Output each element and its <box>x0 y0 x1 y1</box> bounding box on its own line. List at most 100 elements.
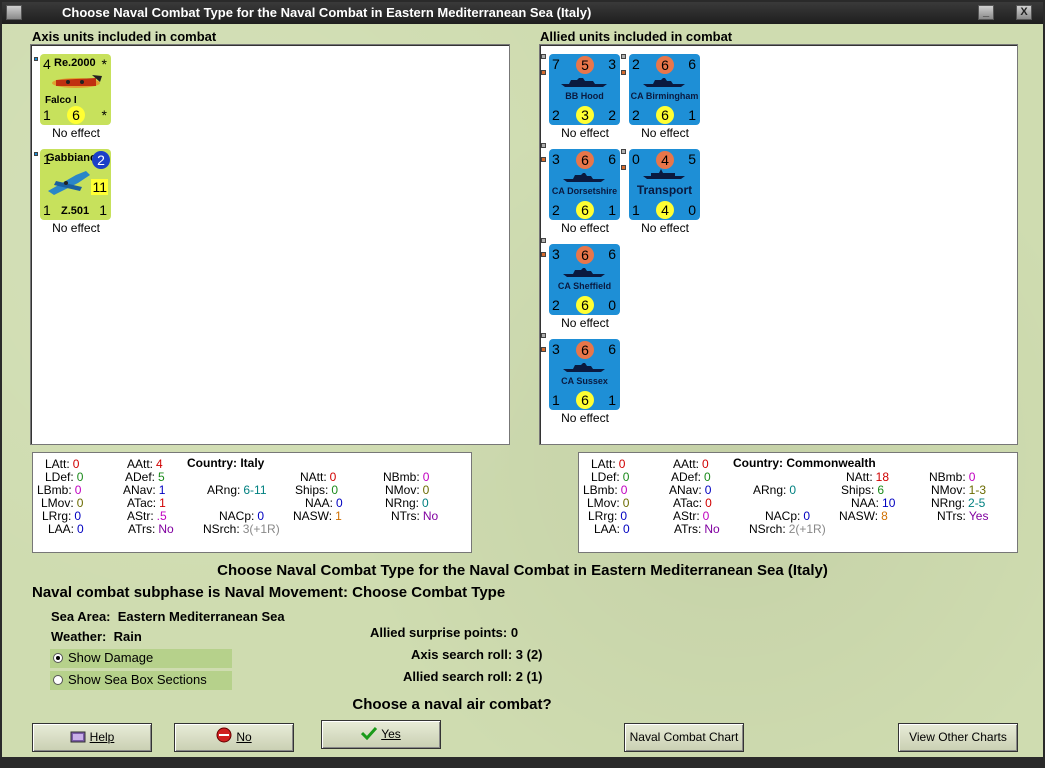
axis-stats-panel: LAtt: 0 LDef: 0 LBmb: 0 LMov: 0 LRrg: 0 LAA: 0… <box>32 452 472 553</box>
surprise-points: Allied surprise points: 0 <box>370 625 519 640</box>
unit-marker-icon <box>541 70 546 75</box>
stat-naa: NAA: 0 <box>305 496 343 510</box>
counter-value: 3 <box>552 151 560 167</box>
seaplane-icon <box>48 171 90 195</box>
unit-effect: No effect <box>561 126 609 140</box>
counter-value: 4 <box>656 201 674 219</box>
unit-counter-ca-sheffield[interactable]: 3 6 6 CA Sheffield 2 6 0 <box>541 238 620 315</box>
radio-button[interactable] <box>53 653 63 663</box>
stat-aatt: AAtt: 4 <box>127 457 163 471</box>
fighter-plane-icon <box>52 75 102 88</box>
counter-value: 6 <box>608 341 616 357</box>
stat-nbmb: NBmb: 0 <box>383 470 430 484</box>
counter-value: 1 <box>608 392 616 408</box>
unit-marker-icon <box>541 252 546 257</box>
stat-adef: ADef: 5 <box>125 470 165 484</box>
counter-value: 6 <box>688 56 696 72</box>
stat-lrrg: LRrg: 0 <box>42 509 82 523</box>
stat-atac: ATac: 1 <box>127 496 166 510</box>
stat-nsrch: NSrch: 3(+1R) <box>203 522 280 536</box>
counter-value: 2 <box>608 107 616 123</box>
cruiser-icon <box>563 173 605 182</box>
counter-value: 4 <box>656 151 674 169</box>
unit-counter-bb-hood[interactable]: 7 5 3 BB Hood 2 3 2 <box>541 54 620 125</box>
counter-value: * <box>101 107 107 123</box>
counter-value: 6 <box>576 296 594 314</box>
allied-units-panel: 7 5 3 BB Hood 2 3 2 No effect 2 6 6 CA B… <box>539 44 1018 445</box>
unit-marker-icon <box>541 143 546 148</box>
counter-value: 0 <box>632 151 640 167</box>
unit-marker-icon <box>34 57 38 61</box>
axis-search-roll: Axis search roll: 3 (2) <box>411 647 543 662</box>
stat-atrs: ATrs: No <box>128 522 174 536</box>
counter-value: 11 <box>91 179 108 195</box>
stat-nasw: NASW: 1 <box>293 509 342 523</box>
minimize-button[interactable]: _ <box>978 5 994 20</box>
unit-marker-icon <box>541 333 546 338</box>
unit-counter-falco[interactable]: 4 Re.2000 * Falco I 1 6 * <box>34 54 111 125</box>
no-entry-icon <box>216 726 232 753</box>
system-menu-button[interactable] <box>6 5 22 20</box>
sea-area: Sea Area: Eastern Mediterranean Sea <box>51 609 285 624</box>
counter-value: 2 <box>632 107 640 123</box>
stat-aatt: AAtt: 0 <box>673 457 709 471</box>
stat-nsrch: NSrch: 2(+1R) <box>749 522 826 536</box>
allied-units-header: Allied units included in combat <box>540 29 733 44</box>
counter-value: 6 <box>576 341 594 359</box>
counter-value: 6 <box>67 106 85 124</box>
unit-marker-icon <box>541 238 546 243</box>
allied-stats-panel: LAtt: 0 LDef: 0 LBmb: 0 LMov: 0 LRrg: 0 LAA: 0… <box>578 452 1018 553</box>
unit-name: Falco I <box>45 95 77 106</box>
stat-ldef: LDef: 0 <box>45 470 84 484</box>
unit-marker-icon <box>541 54 546 59</box>
stat-ntrs: NTrs: Yes <box>937 509 989 523</box>
unit-name: Z.501 <box>61 205 90 217</box>
stat-atrs: ATrs: No <box>674 522 720 536</box>
unit-counter-ca-sussex[interactable]: 3 6 6 CA Sussex 1 6 1 <box>541 333 620 410</box>
close-button[interactable]: X <box>1016 5 1032 20</box>
yes-button[interactable]: Yes <box>321 720 441 749</box>
stat-arng: ARng: 0 <box>753 483 797 497</box>
unit-effect: No effect <box>641 126 689 140</box>
unit-counter-ca-dorsetshire[interactable]: 3 6 6 CA Dorsetshire 2 6 1 <box>541 143 620 220</box>
counter-value: 0 <box>608 297 616 313</box>
stat-adef: ADef: 0 <box>671 470 711 484</box>
counter-value: * <box>101 56 107 72</box>
stat-anav: ANav: 1 <box>123 483 166 497</box>
show-sea-box-option[interactable]: Show Sea Box Sections <box>50 671 232 690</box>
no-button[interactable]: No <box>174 723 294 752</box>
unit-counter-transport[interactable]: 0 4 5 Transport 1 4 0 <box>621 149 700 220</box>
stat-latt: LAtt: 0 <box>591 457 626 471</box>
unit-counter-z501[interactable]: 1 Gabbiano 2 11 1 Z.501 1 <box>34 149 111 220</box>
counter-value: 5 <box>688 151 696 167</box>
stat-ntrs: NTrs: No <box>391 509 439 523</box>
axis-country: Country: Italy <box>187 456 265 470</box>
counter-value: 6 <box>576 201 594 219</box>
counter-value: 6 <box>608 246 616 262</box>
unit-name: CA Dorsetshire <box>551 186 618 196</box>
counter-value: 6 <box>656 56 674 74</box>
battleship-icon <box>561 78 607 87</box>
stat-anav: ANav: 0 <box>669 483 712 497</box>
naval-combat-chart-button[interactable]: Naval Combat Chart <box>624 723 744 752</box>
stat-natt: NAtt: 0 <box>300 470 337 484</box>
dialog-window: Choose Naval Combat Type for the Naval C… <box>0 0 1045 768</box>
view-other-charts-button[interactable]: View Other Charts <box>898 723 1018 752</box>
unit-effect: No effect <box>561 411 609 425</box>
unit-counter-ca-birmingham[interactable]: 2 6 6 CA Birmingham 2 6 1 <box>621 54 700 125</box>
counter-value: 5 <box>576 56 594 74</box>
help-button[interactable]: Help <box>32 723 152 752</box>
cruiser-icon <box>563 363 605 372</box>
radio-button[interactable] <box>53 675 63 685</box>
counter-value: 2 <box>552 202 560 218</box>
counter-value: 1 <box>43 202 51 218</box>
option-label: Show Sea Box Sections <box>68 672 207 687</box>
stat-lbmb: LBmb: 0 <box>37 483 82 497</box>
stat-lmov: LMov: 0 <box>587 496 630 510</box>
counter-value: 6 <box>656 106 674 124</box>
book-icon <box>70 726 86 753</box>
unit-marker-icon <box>621 149 626 154</box>
show-damage-option[interactable]: Show Damage <box>50 649 232 668</box>
transport-ship-icon <box>643 169 685 179</box>
stat-nmov: NMov: 1-3 <box>931 483 987 497</box>
